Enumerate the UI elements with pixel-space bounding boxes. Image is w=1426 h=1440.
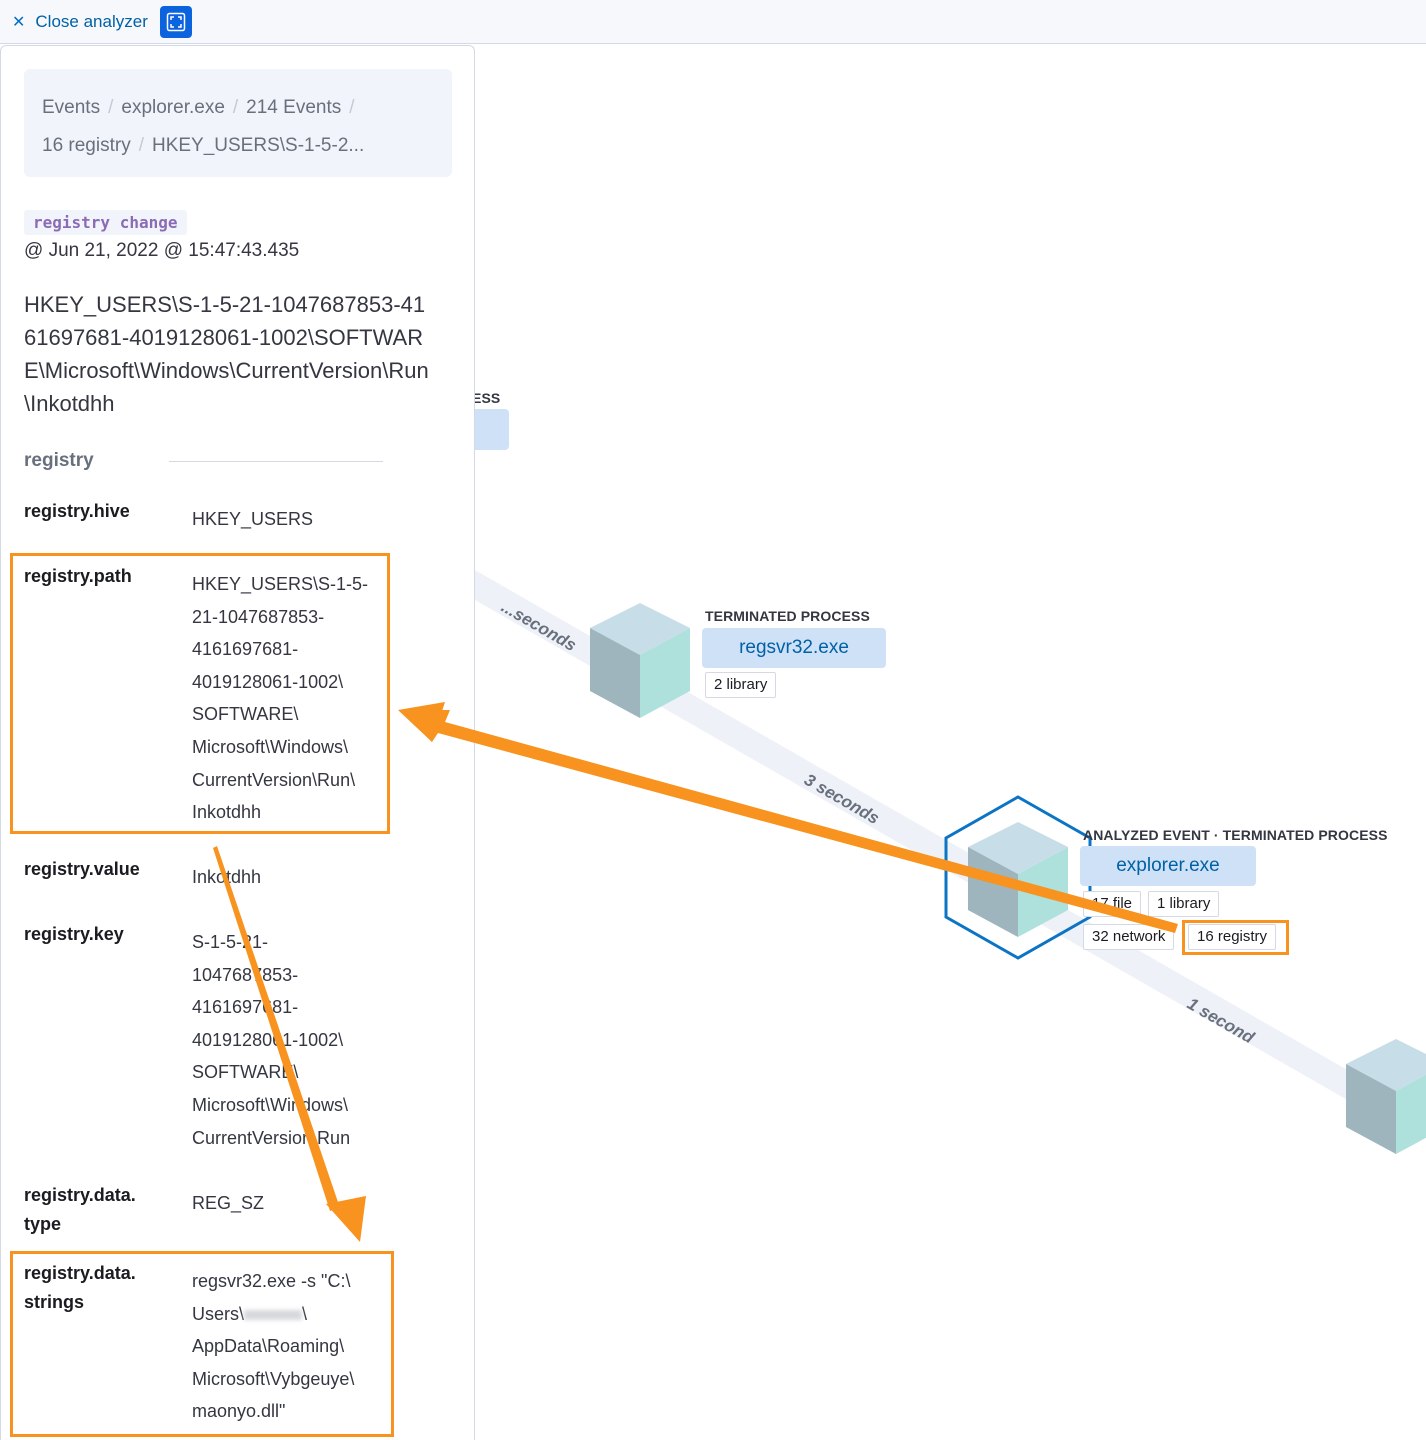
process-cube-icon-child: [1346, 1039, 1426, 1154]
pill-1-library[interactable]: 1 library: [1148, 891, 1220, 917]
close-analyzer-label: Close analyzer: [35, 11, 148, 31]
top-bar: ✕ Close analyzer: [0, 0, 1426, 44]
pill-16-registry[interactable]: 16 registry: [1188, 924, 1277, 950]
pill-2-library[interactable]: 2 library: [705, 672, 777, 698]
field-value: HKEY_USERS\S-1-5- 21-1047687853- 416169768…: [192, 574, 369, 823]
event-timestamp: @ Jun 21, 2022 @ 15:47:43.435: [24, 240, 300, 261]
field-key: registry.value: [24, 859, 140, 879]
fullscreen-button[interactable]: [159, 5, 192, 38]
node-state-explorer: ANALYZED EVENT · TERMINATED PROCESS: [1083, 827, 1388, 843]
breadcrumb-event-count[interactable]: 214 Events: [246, 97, 341, 118]
close-analyzer-button[interactable]: ✕ Close analyzer: [12, 12, 148, 32]
section-divider: [169, 461, 383, 462]
partial-node-button[interactable]: [470, 409, 509, 450]
breadcrumb: Events / explorer.exe/214 Events/16 regist…: [24, 69, 452, 177]
fullscreen-icon: [166, 12, 186, 31]
field-value: regsvr32.exe -s "C:\ Users\ \ AppData\Roami…: [192, 1271, 355, 1422]
event-category-badge: registry change: [24, 210, 187, 235]
close-icon: ✕: [12, 13, 26, 31]
breadcrumb-current: HKEY_USERS\S-1-5-2...: [151, 135, 365, 156]
field-key: registry.data. type: [24, 1185, 136, 1234]
partial-node-label: ESS: [472, 390, 501, 406]
pill-32-network[interactable]: 32 network: [1083, 924, 1175, 950]
field-value: REG_SZ: [192, 1193, 265, 1213]
field-key: registry.hive: [24, 501, 130, 521]
breadcrumb-registry[interactable]: 16 registry: [42, 135, 131, 156]
field-key: registry.data. strings: [24, 1263, 136, 1312]
event-title: HKEY_USERS\S-1-5-21-1047687853-416169768…: [24, 292, 429, 416]
field-value: HKEY_USERS: [192, 509, 314, 529]
event-detail-panel: Events / explorer.exe/214 Events/16 regist…: [0, 45, 475, 1440]
node-state-regsvr32: TERMINATED PROCESS: [705, 608, 870, 624]
breadcrumb-events[interactable]: Events: [42, 97, 100, 118]
field-value: Inkotdhh: [192, 867, 262, 887]
node-button-regsvr32[interactable]: regsvr32.exe: [702, 628, 886, 668]
breadcrumb-process[interactable]: explorer.exe: [121, 97, 225, 118]
field-key: registry.key: [24, 924, 124, 944]
graph-edge: [433, 553, 1426, 1142]
node-button-explorer[interactable]: explorer.exe: [1080, 846, 1256, 886]
field-value: S-1-5-21- 1047687853- 4161697681- 401912806…: [192, 932, 351, 1148]
field-key: registry.path: [24, 566, 132, 586]
section-title-registry: registry: [24, 450, 94, 471]
redacted-username: [244, 1309, 303, 1320]
pill-17-file[interactable]: 17 file: [1083, 891, 1142, 917]
